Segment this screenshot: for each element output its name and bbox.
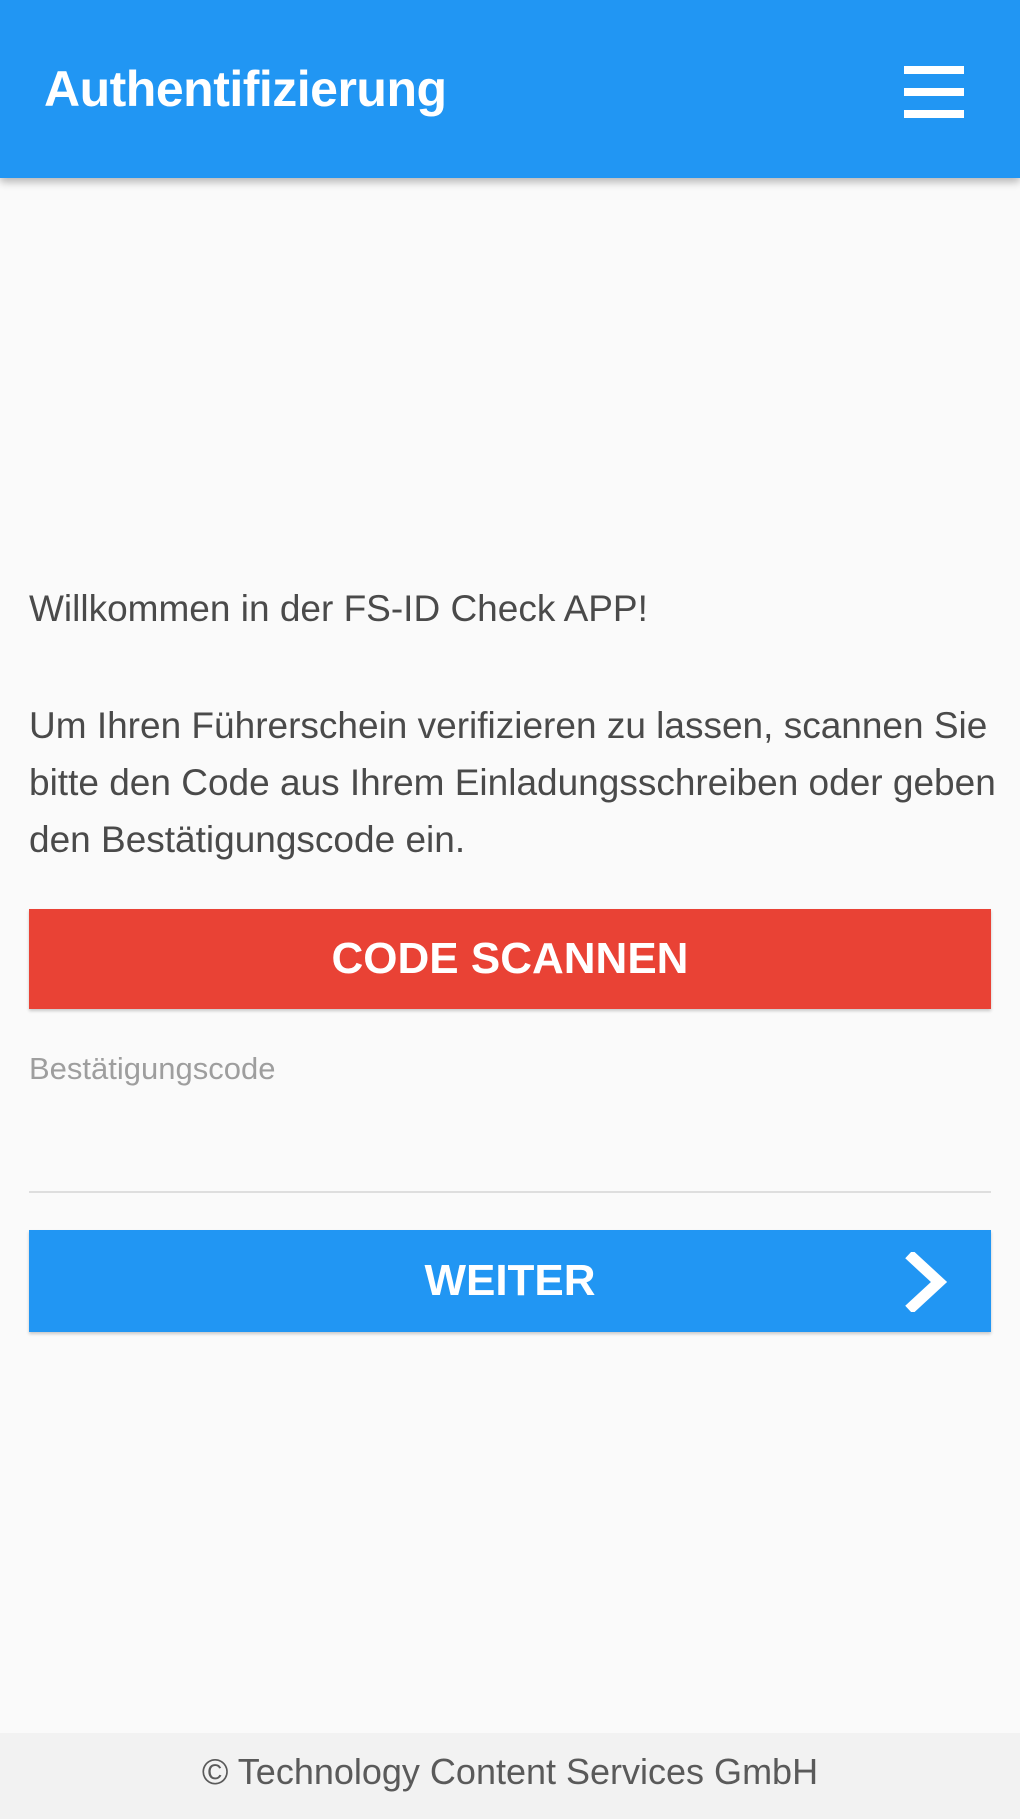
next-button[interactable]: WEITER [29, 1230, 991, 1332]
app-bar: Authentifizierung [0, 0, 1020, 178]
hamburger-menu-icon [904, 66, 964, 118]
scan-code-button[interactable]: CODE SCANNEN [29, 909, 991, 1009]
confirmation-code-label: Bestätigungscode [29, 1051, 276, 1086]
confirmation-code-input[interactable] [29, 1105, 991, 1193]
confirmation-code-field: Bestätigungscode [29, 1045, 991, 1195]
instruction-text: Um Ihren Führerschein verifizieren zu la… [29, 705, 996, 860]
chevron-right-icon [905, 1252, 948, 1312]
copyright-text: © Technology Content Services GmbH [201, 1751, 819, 1792]
page-title: Authentifizierung [44, 61, 447, 117]
menu-button[interactable] [892, 58, 972, 128]
next-button-label: WEITER [424, 1256, 596, 1305]
footer: © Technology Content Services GmbH [0, 1733, 1020, 1819]
welcome-message: Willkommen in der FS-ID Check APP! [29, 588, 648, 629]
authentication-screen: Authentifizierung Willkommen in der FS-I… [0, 0, 1020, 1819]
